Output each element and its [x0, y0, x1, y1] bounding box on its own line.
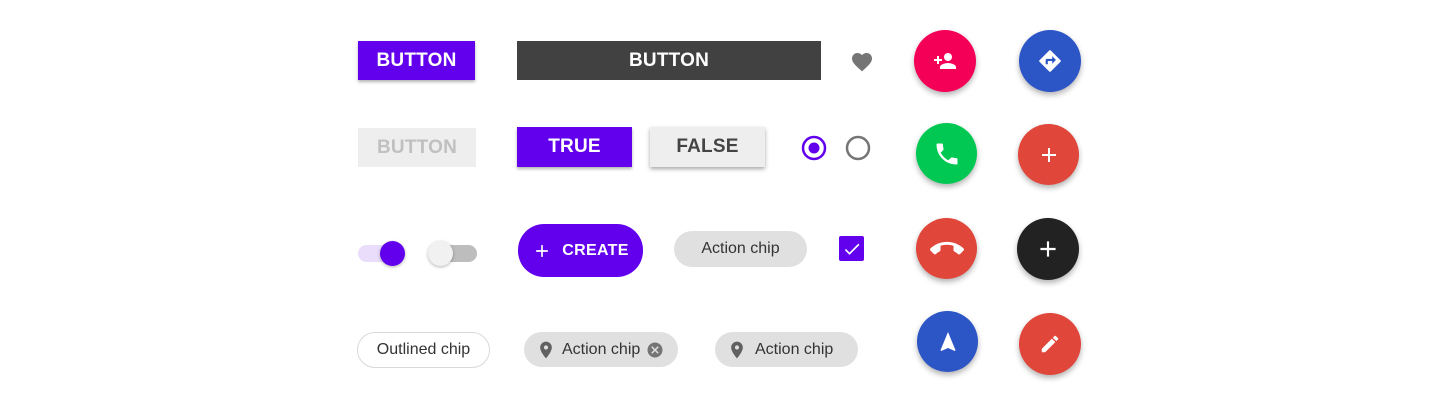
radio-button-unselected[interactable] [845, 135, 871, 161]
plus-icon [1037, 143, 1061, 167]
toggle-true-button[interactable]: TRUE [517, 127, 632, 167]
switch-on-thumb [380, 241, 405, 266]
switch-on[interactable] [358, 240, 406, 266]
plus-icon [1035, 236, 1061, 262]
location-chip-removable-label: Action chip [562, 340, 641, 358]
location-pin-icon [727, 340, 747, 360]
location-chip-label: Action chip [755, 340, 834, 358]
contained-button[interactable]: BUTTON [358, 41, 475, 80]
disabled-button-label: BUTTON [376, 136, 457, 158]
component-gallery: BUTTON BUTTON BUTTON TRUE FALSE CREATE A… [0, 0, 1440, 411]
contained-button-label: BUTTON [376, 49, 457, 71]
plus-icon [532, 241, 552, 261]
directions-icon [1037, 48, 1063, 74]
wide-dark-button-label: BUTTON [628, 49, 709, 71]
end-call-fab[interactable] [916, 218, 977, 279]
call-fab[interactable] [916, 123, 977, 184]
navigation-fab[interactable] [917, 311, 978, 372]
heart-icon[interactable] [849, 50, 875, 74]
edit-fab[interactable] [1019, 313, 1081, 375]
action-chip[interactable]: Action chip [674, 231, 807, 267]
create-extended-fab[interactable]: CREATE [518, 224, 643, 277]
check-icon [842, 239, 862, 259]
radio-button-selected[interactable] [801, 135, 827, 161]
toggle-true-label: TRUE [548, 136, 601, 157]
person-add-icon [933, 49, 957, 73]
navigation-arrow-icon [936, 330, 960, 354]
cancel-icon[interactable] [646, 341, 664, 359]
checkbox-checked[interactable] [839, 236, 864, 261]
create-label: CREATE [562, 241, 629, 259]
location-pin-icon [536, 340, 556, 360]
switch-off[interactable] [428, 240, 478, 266]
call-end-icon [929, 232, 964, 266]
disabled-button: BUTTON [358, 128, 476, 167]
switch-off-thumb [428, 241, 453, 266]
outlined-chip-label: Outlined chip [376, 341, 471, 358]
location-chip[interactable]: Action chip [715, 332, 858, 367]
phone-icon [933, 140, 961, 168]
outlined-chip[interactable]: Outlined chip [357, 332, 490, 368]
add-person-fab[interactable] [914, 30, 976, 92]
pencil-icon [1039, 333, 1061, 355]
location-chip-removable[interactable]: Action chip [524, 332, 678, 367]
wide-dark-button[interactable]: BUTTON [517, 41, 821, 80]
toggle-false-label: FALSE [676, 136, 739, 157]
directions-fab[interactable] [1019, 30, 1081, 92]
add-fab-red[interactable] [1018, 124, 1079, 185]
toggle-false-button[interactable]: FALSE [650, 127, 765, 167]
action-chip-label: Action chip [701, 240, 780, 257]
add-fab-black[interactable] [1017, 218, 1079, 280]
